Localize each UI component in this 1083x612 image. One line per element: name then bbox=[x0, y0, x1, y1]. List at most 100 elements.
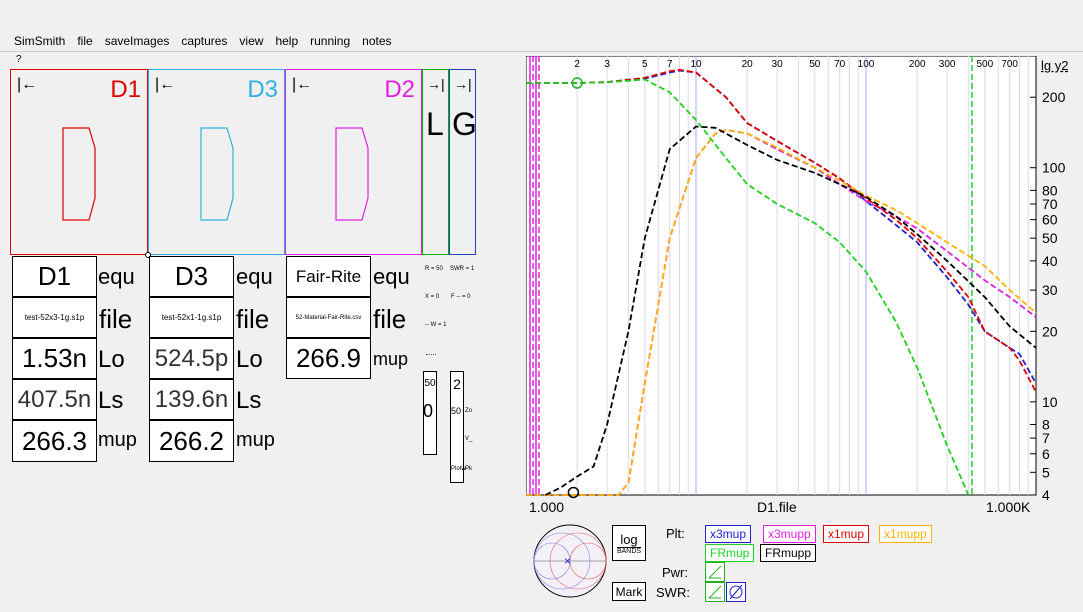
d1-file-label: file bbox=[99, 304, 133, 334]
y-tick-label: 4 bbox=[1042, 487, 1050, 503]
plot-frmup-button[interactable]: FRmup bbox=[705, 544, 755, 562]
swr-toggle-icons[interactable] bbox=[705, 582, 747, 602]
pwr-toggle-icon[interactable] bbox=[705, 562, 725, 582]
mini-divider bbox=[426, 354, 436, 355]
plot-x1mup-button[interactable]: x1mup bbox=[823, 525, 870, 543]
slider-right-zo: 50 bbox=[451, 406, 462, 416]
x-tick-label: 70 bbox=[834, 59, 846, 70]
d3-mup-cell[interactable]: 266.2 bbox=[149, 420, 234, 462]
d3-equ-label: equ bbox=[236, 264, 273, 289]
d2-mup-cell[interactable]: 266.9 bbox=[286, 338, 371, 379]
pwr-label: Pwr: bbox=[662, 565, 688, 580]
panel-d3-label: D3 bbox=[247, 76, 278, 103]
panel-generator[interactable]: →| G bbox=[449, 69, 477, 255]
component-d1-icon bbox=[62, 127, 96, 221]
y-tick-label: 10 bbox=[1042, 394, 1058, 410]
menu-saveimages[interactable]: saveImages bbox=[99, 32, 176, 50]
x-tick-label: 20 bbox=[742, 59, 754, 70]
x-tick-label: 3 bbox=[604, 59, 610, 70]
component-d3-icon bbox=[200, 127, 234, 221]
d2-file-cell[interactable]: 52-Material-Fair-Rite.csv bbox=[286, 297, 371, 338]
x-tick-label: 500 bbox=[976, 59, 993, 70]
d1-ls-label: Ls bbox=[98, 387, 124, 414]
plot-x3mupp-button[interactable]: x3mupp bbox=[763, 525, 816, 543]
menu-simsmith[interactable]: SimSmith bbox=[0, 32, 71, 50]
d3-title-cell[interactable]: D3 bbox=[149, 256, 234, 297]
panel-d1[interactable]: |← D1 bbox=[10, 69, 148, 255]
d1-lo-label: Lo bbox=[98, 346, 125, 373]
zo-label: Zo bbox=[465, 408, 473, 414]
arrow-left-icon[interactable]: |← bbox=[155, 76, 175, 94]
d2-file-label: file bbox=[373, 304, 407, 334]
panel-d3[interactable]: |← D3 bbox=[148, 69, 285, 255]
smith-chart-icon[interactable]: × bbox=[528, 520, 612, 604]
d3-lo-cell[interactable]: 524.5p bbox=[149, 338, 234, 379]
arrow-left-icon[interactable]: |← bbox=[17, 76, 37, 94]
menu-notes[interactable]: notes bbox=[356, 32, 397, 50]
d3-ls-cell[interactable]: 139.6n bbox=[149, 379, 234, 420]
d1-equ-label: equ bbox=[98, 264, 135, 289]
y-tick-label: 7 bbox=[1042, 430, 1050, 446]
plot-x1mupp-button[interactable]: x1mupp bbox=[879, 525, 932, 543]
d1-mup-cell[interactable]: 266.3 bbox=[12, 420, 97, 462]
x-tick-label: 2 bbox=[574, 59, 580, 70]
menu-running[interactable]: running bbox=[304, 32, 356, 50]
plt-label: Plt: bbox=[666, 526, 685, 541]
menu-file[interactable]: file bbox=[71, 32, 98, 50]
y-tick-label: 6 bbox=[1042, 446, 1050, 462]
x-tick-label: 700 bbox=[1001, 59, 1018, 70]
pk-label: Pk bbox=[465, 466, 473, 472]
d1-lo-cell[interactable]: 1.53n bbox=[12, 338, 97, 379]
menu-captures[interactable]: captures bbox=[175, 32, 233, 50]
help-mark[interactable]: ? bbox=[16, 54, 22, 65]
w-readout: -- W = 1 bbox=[425, 322, 447, 328]
r-readout: R = 50 bbox=[425, 266, 443, 272]
impedance-chart[interactable]: 2 3 5 7 10 20 30 50 70 100 200 300 500 70020010080706… bbox=[526, 56, 1083, 518]
x-tick-label: 7 bbox=[667, 59, 673, 70]
d1-title-cell[interactable]: D1 bbox=[12, 256, 97, 297]
d2-title-cell[interactable]: Fair-Rite bbox=[286, 256, 371, 297]
v-label: V_ bbox=[465, 436, 473, 442]
bands-label: BANDS bbox=[616, 546, 642, 555]
d3-file-cell[interactable]: test-52x1-1g.s1p bbox=[149, 297, 234, 338]
f-readout: F -- = 0 bbox=[451, 294, 471, 300]
y-tick-label: 70 bbox=[1042, 196, 1058, 212]
x-tick-label: 10 bbox=[690, 59, 702, 70]
arrow-right-icon[interactable]: →| bbox=[454, 76, 472, 92]
component-d2-icon bbox=[335, 127, 369, 221]
log-label: log bbox=[620, 531, 638, 547]
arrow-right-icon[interactable]: →| bbox=[427, 76, 445, 92]
menu-bar: SimSmith file saveImages captures view h… bbox=[0, 32, 398, 50]
y-axis-title: lg y2 bbox=[1041, 58, 1069, 73]
swr-readout: SWR = 1 bbox=[450, 266, 475, 272]
menu-view[interactable]: view bbox=[233, 32, 269, 50]
x-readout: X = 0 bbox=[425, 294, 440, 300]
panel-load-label: L bbox=[426, 106, 444, 142]
x-tick-label: 50 bbox=[809, 59, 821, 70]
y-tick-label: 60 bbox=[1042, 212, 1058, 228]
d2-mup-label: mup bbox=[373, 349, 409, 369]
x-axis-title: D1.file bbox=[757, 499, 797, 515]
plot-frmupp-button[interactable]: FRmupp bbox=[760, 544, 817, 562]
x-tick-label: 300 bbox=[939, 59, 956, 70]
mark-button[interactable]: Mark bbox=[612, 582, 646, 601]
panel-load[interactable]: →| L bbox=[422, 69, 449, 255]
d1-file-cell[interactable]: test-52x3-1g.s1p bbox=[12, 297, 97, 338]
menu-help[interactable]: help bbox=[269, 32, 304, 50]
y-tick-label: 30 bbox=[1042, 282, 1058, 298]
d3-mup-label: mup bbox=[236, 429, 275, 451]
d3-lo-label: Lo bbox=[236, 346, 263, 373]
x-tick-label: 200 bbox=[909, 59, 926, 70]
arrow-left-icon[interactable]: |← bbox=[292, 76, 312, 94]
log-bands-button[interactable]: log BANDS bbox=[612, 525, 646, 561]
d1-ls-cell[interactable]: 407.5n bbox=[12, 379, 97, 420]
d1-mup-label: mup bbox=[98, 429, 137, 451]
panel-d2[interactable]: |← D2 bbox=[285, 69, 422, 255]
plot-area bbox=[526, 56, 1037, 496]
panel-d1-label: D1 bbox=[110, 76, 141, 103]
plot-x3mup-button[interactable]: x3mup bbox=[705, 525, 752, 543]
y-tick-label: 20 bbox=[1042, 323, 1058, 339]
y-tick-label: 100 bbox=[1042, 160, 1066, 176]
y-tick-label: 40 bbox=[1042, 253, 1058, 269]
x-axis-max-label: 1.000K bbox=[986, 499, 1031, 515]
